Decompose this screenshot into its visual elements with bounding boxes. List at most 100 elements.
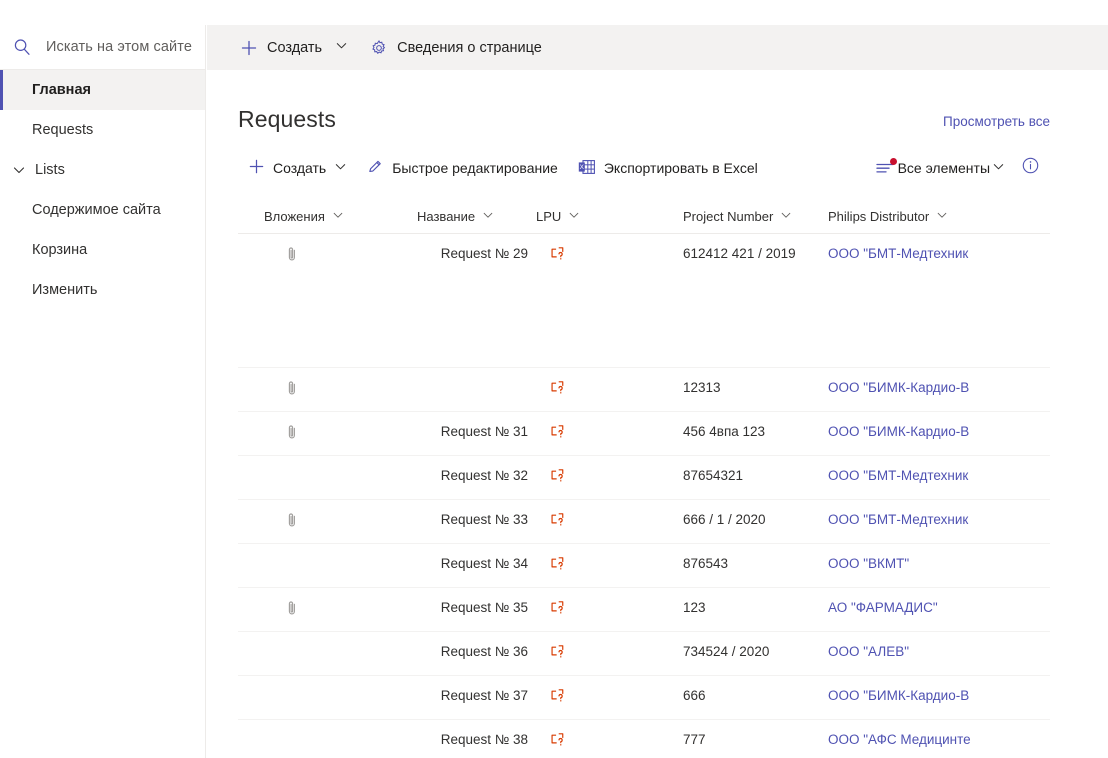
paperclip-icon <box>286 380 298 399</box>
table-row[interactable]: Request № 29 612412 421 / 2019 ООО "БМТ-Ме… <box>238 234 1050 368</box>
cell-lpu[interactable] <box>536 732 683 750</box>
new-page-label: Создать <box>267 39 323 56</box>
cell-philips-distributor[interactable]: АО "ФАРМАДИС" <box>828 600 1058 615</box>
cell-title[interactable]: Request № 38 <box>389 732 536 747</box>
table-row[interactable]: Request № 36 734524 / 2020 ООО "АЛЕВ" <box>238 632 1050 676</box>
broken-image-icon <box>550 513 565 530</box>
sidebar-item-label: Корзина <box>32 242 88 258</box>
cell-lpu[interactable] <box>536 468 683 486</box>
chevron-down-icon[interactable] <box>992 160 1005 176</box>
cell-project-number[interactable]: 734524 / 2020 <box>683 644 828 659</box>
details-pane-button[interactable] <box>1013 156 1048 180</box>
chevron-down-icon[interactable] <box>334 160 347 176</box>
quick-edit-button[interactable]: Быстрое редактирование <box>357 148 568 188</box>
cell-project-number[interactable]: 456 4впа 123 <box>683 424 828 439</box>
broken-image-icon <box>550 557 565 574</box>
cell-philips-distributor[interactable]: ООО "БИМК-Кардио-В <box>828 380 1058 395</box>
cell-title[interactable]: Request № 33 <box>389 512 536 527</box>
sidebar-item-label: Изменить <box>32 282 98 298</box>
cell-title[interactable]: Request № 31 <box>389 424 536 439</box>
chevron-down-icon <box>332 209 344 224</box>
page-details-button[interactable]: Сведения о странице <box>359 25 553 70</box>
column-header-label: Philips Distributor <box>828 209 930 224</box>
cell-attachment[interactable] <box>238 424 389 443</box>
table-row[interactable]: Request № 38 777 ООО "АФС Медицинте <box>238 720 1050 758</box>
broken-image-icon <box>550 689 565 706</box>
cell-lpu[interactable] <box>536 246 683 264</box>
list-view-icon <box>875 158 897 176</box>
cell-attachment[interactable] <box>238 246 389 265</box>
cell-philips-distributor[interactable]: ООО "БМТ-Медтехник <box>828 246 1058 261</box>
cell-philips-distributor[interactable]: ООО "АФС Медицинте <box>828 732 1058 747</box>
table-row[interactable]: Request № 34 876543 ООО "ВКМТ" <box>238 544 1050 588</box>
cell-project-number[interactable]: 87654321 <box>683 468 828 483</box>
table-row[interactable]: Request № 31 456 4впа 123 ООО "БИМК-Кардио… <box>238 412 1050 456</box>
table-row[interactable]: Request № 37 666 ООО "БИМК-Кардио-В <box>238 676 1050 720</box>
left-navigation-rail: Искать на этом сайте Главная Requests Li… <box>0 25 206 758</box>
column-header-philips-distributor[interactable]: Philips Distributor <box>828 209 1058 224</box>
search-input-placeholder[interactable]: Искать на этом сайте <box>46 39 192 55</box>
broken-image-icon <box>550 425 565 442</box>
cell-philips-distributor[interactable]: ООО "БМТ-Медтехник <box>828 468 1058 483</box>
new-item-button[interactable]: Создать <box>238 148 357 188</box>
cell-attachment[interactable] <box>238 512 389 531</box>
table-row[interactable]: Request № 33 666 / 1 / 2020 ООО "БМТ-Медте… <box>238 500 1050 544</box>
cell-project-number[interactable]: 876543 <box>683 556 828 571</box>
list-grid: Вложения Название LPU Project Number Phi… <box>207 200 1108 758</box>
column-header-label: Вложения <box>264 209 325 224</box>
column-header-title[interactable]: Название <box>389 209 536 224</box>
cell-lpu[interactable] <box>536 644 683 662</box>
sidebar-item-recycle-bin[interactable]: Корзина <box>0 230 205 270</box>
cell-philips-distributor[interactable]: ООО "БМТ-Медтехник <box>828 512 1058 527</box>
cell-title[interactable]: Request № 29 <box>389 246 536 261</box>
view-all-link[interactable]: Просмотреть все <box>943 114 1050 133</box>
cell-title[interactable]: Request № 34 <box>389 556 536 571</box>
cell-lpu[interactable] <box>536 512 683 530</box>
cell-project-number[interactable]: 777 <box>683 732 828 747</box>
cell-project-number[interactable]: 666 / 1 / 2020 <box>683 512 828 527</box>
column-header-lpu[interactable]: LPU <box>536 209 683 224</box>
view-selector-button[interactable]: Все элементы <box>870 158 1011 176</box>
column-header-attachments[interactable]: Вложения <box>238 209 389 224</box>
cell-lpu[interactable] <box>536 600 683 618</box>
grid-body: Request № 29 612412 421 / 2019 ООО "БМТ-Ме… <box>238 234 1050 758</box>
sidebar-item-requests[interactable]: Requests <box>0 110 205 150</box>
export-to-excel-button[interactable]: X Экспортировать в Excel <box>568 148 768 188</box>
cell-lpu[interactable] <box>536 424 683 442</box>
cell-attachment[interactable] <box>238 600 389 619</box>
sidebar-item-edit[interactable]: Изменить <box>0 270 205 310</box>
site-search-box[interactable]: Искать на этом сайте <box>0 25 205 70</box>
cell-title[interactable]: Request № 36 <box>389 644 536 659</box>
cell-philips-distributor[interactable]: ООО "ВКМТ" <box>828 556 1058 571</box>
quick-edit-label: Быстрое редактирование <box>392 160 558 176</box>
cell-lpu[interactable] <box>536 556 683 574</box>
cell-project-number[interactable]: 123 <box>683 600 828 615</box>
paperclip-icon <box>286 246 298 265</box>
cell-title[interactable]: Request № 32 <box>389 468 536 483</box>
sidebar-item-site-contents[interactable]: Содержимое сайта <box>0 190 205 230</box>
sidebar-item-lists[interactable]: Lists <box>0 150 205 190</box>
cell-title[interactable]: Request № 37 <box>389 688 536 703</box>
cell-philips-distributor[interactable]: ООО "БИМК-Кардио-В <box>828 688 1058 703</box>
cell-project-number[interactable]: 12313 <box>683 380 828 395</box>
table-row[interactable]: Request № 32 87654321 ООО "БМТ-Медтехник <box>238 456 1050 500</box>
chevron-down-icon[interactable] <box>335 39 348 56</box>
cell-philips-distributor[interactable]: ООО "АЛЕВ" <box>828 644 1058 659</box>
table-row[interactable]: Request № 35 123 АО "ФАРМАДИС" <box>238 588 1050 632</box>
column-header-project-number[interactable]: Project Number <box>683 209 828 224</box>
page-command-bar: Создать Сведения о странице <box>207 25 1108 70</box>
table-row[interactable]: 12313 ООО "БИМК-Кардио-В <box>238 368 1050 412</box>
cell-lpu[interactable] <box>536 380 683 398</box>
svg-text:X: X <box>580 164 585 171</box>
cell-project-number[interactable]: 666 <box>683 688 828 703</box>
cell-lpu[interactable] <box>536 688 683 706</box>
cell-title[interactable]: Request № 35 <box>389 600 536 615</box>
cell-philips-distributor[interactable]: ООО "БИМК-Кардио-В <box>828 424 1058 439</box>
export-to-excel-label: Экспортировать в Excel <box>603 160 758 176</box>
cell-attachment[interactable] <box>238 380 389 399</box>
sidebar-item-home[interactable]: Главная <box>0 70 205 110</box>
new-page-button[interactable]: Создать <box>229 25 359 70</box>
chevron-down-icon <box>12 163 26 177</box>
cell-project-number[interactable]: 612412 421 / 2019 <box>683 246 828 261</box>
broken-image-icon <box>550 381 565 398</box>
